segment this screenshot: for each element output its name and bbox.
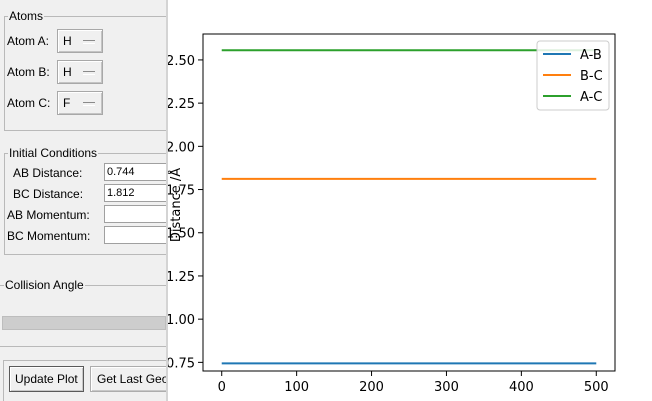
collision-angle-title: Collision Angle: [4, 278, 85, 292]
atom-a-select[interactable]: H: [57, 29, 103, 53]
atom-b-value: H: [63, 65, 72, 79]
bc-distance-label: BC Distance:: [13, 187, 84, 201]
x-tick-label: 0: [218, 380, 226, 395]
option-indicator-icon: [83, 102, 95, 106]
update-plot-label: Update Plot: [15, 372, 78, 386]
ab-momentum-input[interactable]: [104, 205, 166, 223]
ab-momentum-label: AB Momentum:: [7, 208, 90, 222]
get-last-geometry-label: Get Last Geometry: [97, 372, 166, 386]
bc-momentum-input[interactable]: [104, 226, 166, 244]
ab-distance-label: AB Distance:: [13, 166, 83, 180]
atoms-group-title: Atoms: [8, 9, 45, 23]
y-tick-label: 2.50: [168, 54, 195, 69]
atom-a-label: Atom A:: [7, 34, 50, 48]
distance-chart: 0 100 200 300 400 5000.751.001.251.501.752.00…: [168, 33, 616, 395]
option-indicator-icon: [83, 40, 95, 44]
get-last-geometry-button[interactable]: Get Last Geometry: [90, 366, 166, 392]
y-tick-label: 0.75: [168, 356, 195, 371]
y-tick-label: 1.25: [168, 270, 195, 285]
y-tick-label: 1.00: [168, 313, 195, 328]
x-tick-label: 500: [584, 380, 609, 395]
atom-c-label: Atom C:: [7, 96, 51, 110]
atom-c-value: F: [63, 96, 71, 110]
y-tick-label: 2.00: [168, 140, 195, 155]
atom-b-label: Atom B:: [7, 65, 50, 79]
option-indicator-icon: [83, 71, 95, 75]
legend-label: A-B: [580, 48, 602, 63]
legend-label: B-C: [580, 69, 603, 84]
atom-b-select[interactable]: H: [57, 60, 103, 84]
legend-label: A-C: [580, 90, 602, 105]
y-axis-label: Distance /Å: [168, 168, 184, 242]
control-panel: Atoms Atom A: H Atom B: H Atom C: F Init…: [0, 0, 166, 401]
atom-a-value: H: [63, 34, 72, 48]
update-plot-button[interactable]: Update Plot: [9, 366, 84, 392]
collision-angle-slider[interactable]: [2, 316, 166, 330]
x-tick-label: 200: [359, 380, 384, 395]
ab-distance-input[interactable]: [104, 163, 166, 181]
bc-distance-input[interactable]: [104, 184, 166, 202]
initial-conditions-title: Initial Conditions: [8, 146, 99, 160]
bc-momentum-label: BC Momentum:: [7, 229, 91, 243]
atom-c-select[interactable]: F: [57, 91, 103, 115]
x-tick-label: 400: [509, 380, 534, 395]
x-tick-label: 300: [434, 380, 459, 395]
y-tick-label: 2.25: [168, 97, 195, 112]
chart-legend: A-B B-C A-C: [536, 40, 610, 111]
x-tick-label: 100: [284, 380, 309, 395]
